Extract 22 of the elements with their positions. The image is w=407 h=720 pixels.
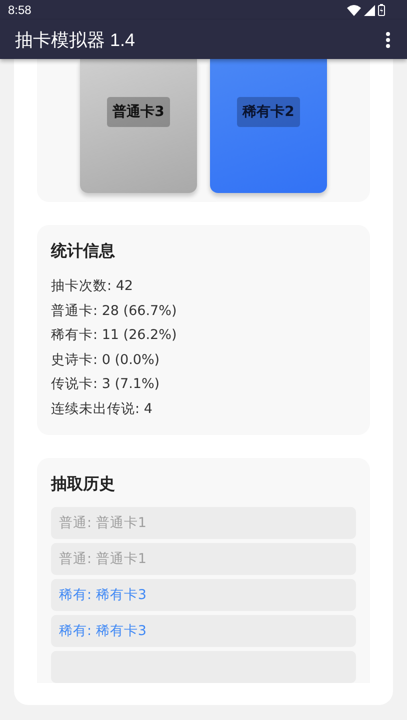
stat-line: 传说卡: 3 (7.1%) xyxy=(51,375,161,394)
stat-line: 普通卡: 28 (66.7%) xyxy=(51,302,178,320)
battery-icon xyxy=(378,4,385,16)
stat-line: 史诗卡: 0 (0.0%) xyxy=(51,350,161,370)
stat-line: 抽卡次数: 42 xyxy=(51,277,134,296)
drawn-card[interactable]: 普通卡3 xyxy=(80,59,197,193)
history-item: 普通: 普通卡1 xyxy=(51,543,356,575)
more-menu-icon[interactable] xyxy=(386,32,390,48)
stat-line: 稀有卡: 11 (26.2%) xyxy=(51,326,178,345)
card-label: 普通卡3 xyxy=(106,97,170,127)
signal-icon xyxy=(364,4,375,16)
history-title: 抽取历史 xyxy=(51,474,116,495)
card-label: 稀有卡2 xyxy=(236,97,300,127)
history-item: 普通: 普通卡1 xyxy=(51,507,356,539)
history-item: 稀有: 稀有卡3 xyxy=(51,615,356,647)
app-title: 抽卡模拟器 1.4 xyxy=(15,28,136,52)
wifi-icon xyxy=(347,4,361,16)
stat-line: 连续未出传说: 4 xyxy=(51,400,154,418)
stats-title: 统计信息 xyxy=(51,241,116,262)
history-item: 稀有: 稀有卡3 xyxy=(51,579,356,611)
status-time: 8:58 xyxy=(8,3,32,18)
drawn-card[interactable]: 稀有卡2 xyxy=(210,59,327,193)
